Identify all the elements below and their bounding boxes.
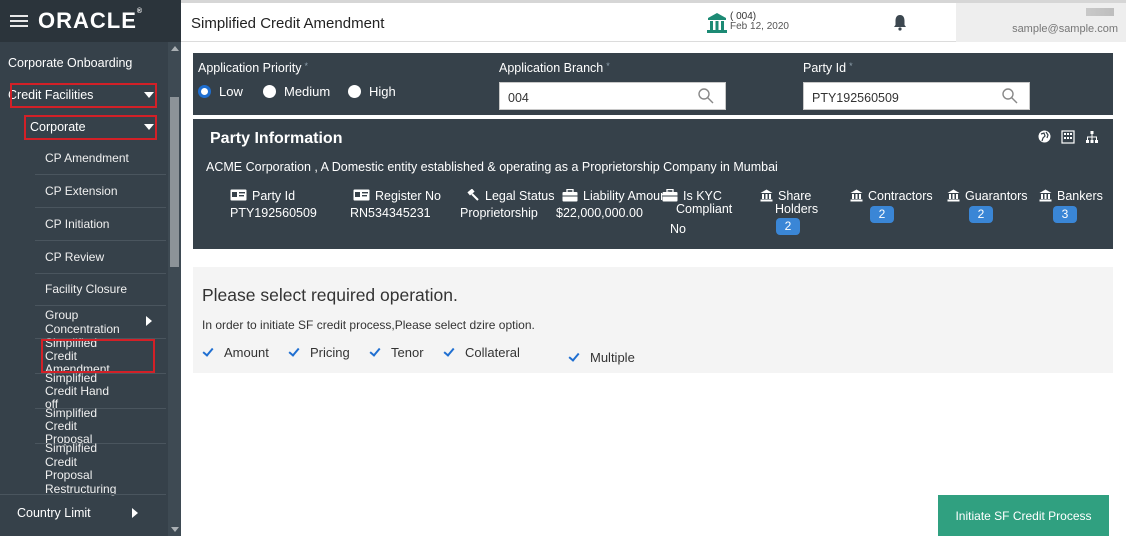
building-icon[interactable] — [1061, 130, 1075, 144]
bankers-field[interactable]: Bankers 3 — [1039, 189, 1103, 223]
checkmark-icon — [369, 346, 382, 359]
sidebar-item-simplified-credit-proposal[interactable]: Simplified Credit Proposal — [0, 406, 110, 445]
share-holders-field[interactable]: Share Holders 2 — [760, 189, 818, 235]
sidebar-item-country-limit[interactable]: Country Limit — [0, 500, 166, 526]
sidebar: ORACLE® Corporate Onboarding Credit Faci… — [0, 0, 181, 536]
scroll-down-icon[interactable] — [171, 527, 179, 532]
checkmark-icon — [202, 346, 215, 359]
top-bar: Simplified Credit Amendment ( 004) Feb 1… — [181, 0, 1126, 42]
multiple-checkbox[interactable]: Multiple — [568, 350, 635, 365]
initiate-sf-credit-process-button[interactable]: Initiate SF Credit Process — [938, 495, 1109, 536]
search-icon[interactable] — [697, 87, 715, 105]
page-title: Simplified Credit Amendment — [191, 15, 385, 32]
sidebar-item-simplified-credit-hand-off[interactable]: Simplified Credit Hand off — [0, 371, 110, 410]
amount-checkbox[interactable]: Amount — [202, 345, 269, 360]
bank-icon — [947, 189, 960, 202]
party-id-input[interactable]: PTY192560509 — [803, 82, 1030, 110]
register-no-field: Register No RN534345231 — [350, 189, 441, 220]
search-icon[interactable] — [1001, 87, 1019, 105]
chevron-right-icon — [146, 316, 152, 326]
kyc-label-line2: Compliant — [676, 202, 733, 216]
application-header-panel: Application Priority * Low Medium High Ap… — [193, 53, 1113, 115]
bank-icon[interactable] — [707, 12, 727, 34]
sidebar-item-facility-closure[interactable]: Facility Closure — [0, 273, 166, 305]
share-holders-label-line2: Holders — [775, 202, 819, 216]
kyc-compliant-field: Is KYC Compliant No — [662, 189, 732, 236]
guarantors-count-badge[interactable]: 2 — [969, 206, 993, 223]
kyc-compliant-value: No — [670, 222, 686, 236]
contractors-count-badge[interactable]: 2 — [870, 206, 894, 223]
operation-hint: In order to initiate SF credit process,P… — [202, 318, 535, 332]
party-id-value: PTY192560509 — [230, 206, 317, 220]
oracle-logo: ORACLE® — [38, 8, 144, 33]
priority-high-radio[interactable]: High — [348, 84, 396, 99]
sidebar-item-simplified-credit-proposal-restructuring[interactable]: Simplified Credit Proposal Restructuring — [0, 441, 116, 495]
divider — [0, 494, 166, 495]
sidebar-item-group-concentration[interactable]: Group Concentration — [0, 306, 120, 338]
checkmark-icon — [443, 346, 456, 359]
register-no-value: RN534345231 — [350, 206, 431, 220]
party-title: Party Information — [210, 130, 343, 147]
globe-icon[interactable] — [1038, 130, 1051, 143]
checkmark-icon — [288, 346, 301, 359]
operation-selection-panel: Please select required operation. In ord… — [193, 267, 1113, 373]
legal-status-field: Legal Status Proprietorship — [460, 189, 555, 220]
sidebar-scrollbar[interactable] — [168, 42, 181, 536]
id-card-icon — [230, 189, 247, 201]
pricing-checkbox[interactable]: Pricing — [288, 345, 350, 360]
share-holders-count-badge[interactable]: 2 — [776, 218, 800, 235]
party-actions — [1038, 130, 1099, 144]
bank-icon — [850, 189, 863, 202]
priority-medium-radio[interactable]: Medium — [263, 84, 330, 99]
chevron-right-icon — [132, 508, 138, 518]
bell-icon[interactable] — [893, 14, 907, 31]
briefcase-icon — [562, 189, 578, 202]
sidebar-item-cp-review[interactable]: CP Review — [0, 241, 166, 273]
highlight-box — [24, 115, 157, 140]
contractors-field[interactable]: Contractors 2 — [850, 189, 933, 223]
operation-title: Please select required operation. — [202, 285, 458, 305]
sidebar-menu: Corporate Onboarding Credit Facilities C… — [0, 42, 181, 536]
bankers-count-badge[interactable]: 3 — [1053, 206, 1077, 223]
highlight-box — [41, 339, 155, 373]
branch-input[interactable]: 004 — [499, 82, 726, 110]
branch-date: Feb 12, 2020 — [730, 21, 789, 32]
priority-label: Application Priority * — [198, 61, 309, 75]
tenor-checkbox[interactable]: Tenor — [369, 345, 424, 360]
bank-icon — [1039, 189, 1052, 202]
hierarchy-icon[interactable] — [1085, 130, 1099, 144]
branch-label: Application Branch * — [499, 61, 610, 75]
sidebar-item-corporate-onboarding[interactable]: Corporate Onboarding — [0, 50, 166, 76]
guarantors-field[interactable]: Guarantors 2 — [947, 189, 1028, 223]
scroll-up-icon[interactable] — [171, 46, 179, 51]
sidebar-header: ORACLE® — [0, 0, 181, 42]
sidebar-item-cp-extension[interactable]: CP Extension — [0, 175, 166, 207]
liability-amount-field: Liability Amount $22,000,000.00 — [556, 189, 671, 220]
user-avatar — [1086, 8, 1114, 16]
gavel-icon — [467, 189, 479, 201]
party-id-field: Party Id PTY192560509 — [230, 189, 317, 220]
sidebar-item-cp-initiation[interactable]: CP Initiation — [0, 208, 166, 240]
liability-amount-value: $22,000,000.00 — [556, 206, 643, 220]
user-menu[interactable]: sample@sample.com — [956, 3, 1126, 42]
priority-low-radio[interactable]: Low — [198, 84, 243, 99]
briefcase-icon — [662, 189, 678, 202]
party-id-label: Party Id * — [803, 61, 853, 75]
legal-status-value: Proprietorship — [460, 206, 538, 220]
id-card-icon — [353, 189, 370, 201]
party-information-panel: Party Information ACME Corporation , A D… — [193, 119, 1113, 249]
scroll-thumb[interactable] — [170, 97, 179, 267]
party-description: ACME Corporation , A Domestic entity est… — [206, 160, 778, 174]
bank-icon — [760, 189, 773, 202]
user-email: sample@sample.com — [1012, 23, 1118, 35]
sidebar-item-cp-amendment[interactable]: CP Amendment — [0, 142, 166, 174]
collateral-checkbox[interactable]: Collateral — [443, 345, 520, 360]
highlight-box — [10, 83, 157, 108]
checkmark-icon — [568, 351, 581, 364]
hamburger-menu-icon[interactable] — [10, 15, 28, 27]
